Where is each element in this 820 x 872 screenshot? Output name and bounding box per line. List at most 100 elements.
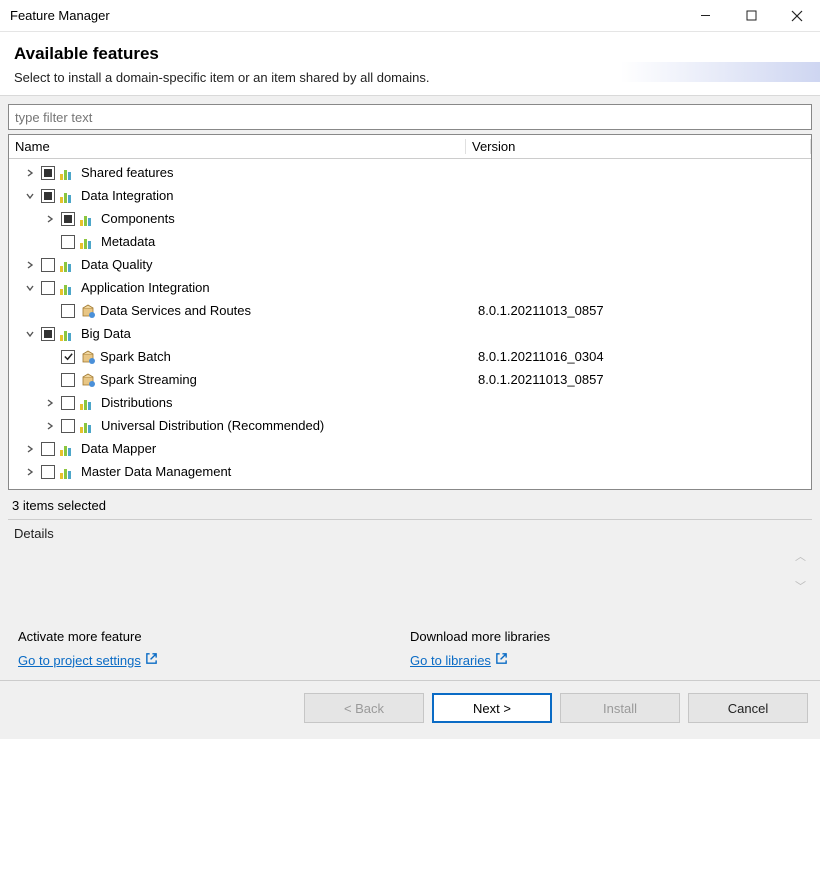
tree-row[interactable]: Metadata [9,230,811,253]
toggle-spacer [43,235,57,249]
tree-row-label: Distributions [101,395,173,410]
libraries-link-text: Go to libraries [410,653,491,668]
category-icon [80,396,96,410]
checkbox[interactable] [41,465,55,479]
activate-label: Activate more feature [18,629,410,644]
next-button[interactable]: Next > [432,693,552,723]
libraries-link[interactable]: Go to libraries [410,652,508,668]
links-row: Activate more feature Go to project sett… [8,609,812,680]
tree-row[interactable]: Master Data Management [9,460,811,483]
tree-row[interactable]: Big Data [9,322,811,345]
toggle-spacer [43,373,57,387]
tree-row[interactable]: Spark Streaming8.0.1.20211013_0857 [9,368,811,391]
checkbox[interactable] [41,442,55,456]
tree-row-version: 8.0.1.20211013_0857 [472,303,811,318]
header-gradient [620,62,820,82]
category-icon [60,281,76,295]
package-icon [80,350,95,364]
tree-row-label: Spark Batch [100,349,171,364]
tree-row-label: Big Data [81,326,131,341]
checkbox[interactable] [41,189,55,203]
category-icon [60,442,76,456]
expand-toggle[interactable] [23,166,37,180]
collapse-toggle[interactable] [23,327,37,341]
tree-row-version: 8.0.1.20211013_0857 [472,372,811,387]
tree-row-label: Components [101,211,175,226]
tree-row-label: Data Integration [81,188,174,203]
category-icon [60,258,76,272]
tree-row-label: Data Services and Routes [100,303,251,318]
tree-row[interactable]: Universal Distribution (Recommended) [9,414,811,437]
tree-row[interactable]: Data Quality [9,253,811,276]
checkbox[interactable] [61,419,75,433]
toggle-spacer [43,304,57,318]
details-scroll[interactable]: ︿﹀ [795,548,806,594]
category-icon [60,465,76,479]
expand-toggle[interactable] [23,258,37,272]
back-button[interactable]: < Back [304,693,424,723]
checkbox[interactable] [41,281,55,295]
tree-row-label: Metadata [101,234,155,249]
feature-tree: Shared features Data Integration Component… [9,159,811,489]
collapse-toggle[interactable] [23,189,37,203]
column-version[interactable]: Version [466,139,811,154]
expand-toggle[interactable] [43,419,57,433]
cancel-button[interactable]: Cancel [688,693,808,723]
tree-row[interactable]: Components [9,207,811,230]
tree-row[interactable]: Data Services and Routes 8.0.1.20211013_0… [9,299,811,322]
tree-row-version: 8.0.1.20211016_0304 [472,349,811,364]
checkbox[interactable] [61,373,75,387]
feature-grid: Name Version Shared features Data Integra… [8,134,812,490]
checkbox[interactable] [61,396,75,410]
expand-toggle[interactable] [23,465,37,479]
download-label: Download more libraries [410,629,802,644]
tree-row-label: Application Integration [81,280,210,295]
maximize-button[interactable] [728,0,774,32]
category-icon [60,166,76,180]
details-panel: Details ︿﹀ [8,519,812,609]
tree-row[interactable]: Data Integration [9,184,811,207]
page-title: Available features [14,44,806,64]
category-icon [80,212,96,226]
column-name[interactable]: Name [9,139,466,154]
tree-row[interactable]: Shared features [9,161,811,184]
tree-row[interactable]: Distributions [9,391,811,414]
checkbox[interactable] [61,350,75,364]
external-link-icon [145,652,158,668]
tree-row[interactable]: Data Mapper [9,437,811,460]
tree-row[interactable]: Application Integration [9,276,811,299]
minimize-button[interactable] [682,0,728,32]
tree-row-label: Data Quality [81,257,153,272]
project-settings-link[interactable]: Go to project settings [18,652,158,668]
checkbox[interactable] [41,166,55,180]
details-label: Details [14,526,806,541]
tree-row-label: Universal Distribution (Recommended) [101,418,324,433]
close-button[interactable] [774,0,820,32]
external-link-icon [495,652,508,668]
checkbox[interactable] [61,235,75,249]
tree-row[interactable]: Spark Batch 8.0.1.20211016_0304 [9,345,811,368]
window-title: Feature Manager [10,8,682,23]
project-settings-link-text: Go to project settings [18,653,141,668]
expand-toggle[interactable] [23,442,37,456]
checkbox[interactable] [61,212,75,226]
package-icon [80,373,95,387]
category-icon [80,235,96,249]
checkbox[interactable] [61,304,75,318]
filter-input[interactable] [8,104,812,130]
expand-toggle[interactable] [43,396,57,410]
titlebar: Feature Manager [0,0,820,32]
collapse-toggle[interactable] [23,281,37,295]
tree-row-label: Data Mapper [81,441,156,456]
tree-row-label: Master Data Management [81,464,231,479]
install-button[interactable]: Install [560,693,680,723]
category-icon [60,189,76,203]
footer: < Back Next > Install Cancel [0,680,820,739]
checkbox[interactable] [41,327,55,341]
header: Available features Select to install a d… [0,32,820,96]
expand-toggle[interactable] [43,212,57,226]
tree-row-label: Shared features [81,165,174,180]
package-icon [80,304,95,318]
toggle-spacer [43,350,57,364]
checkbox[interactable] [41,258,55,272]
